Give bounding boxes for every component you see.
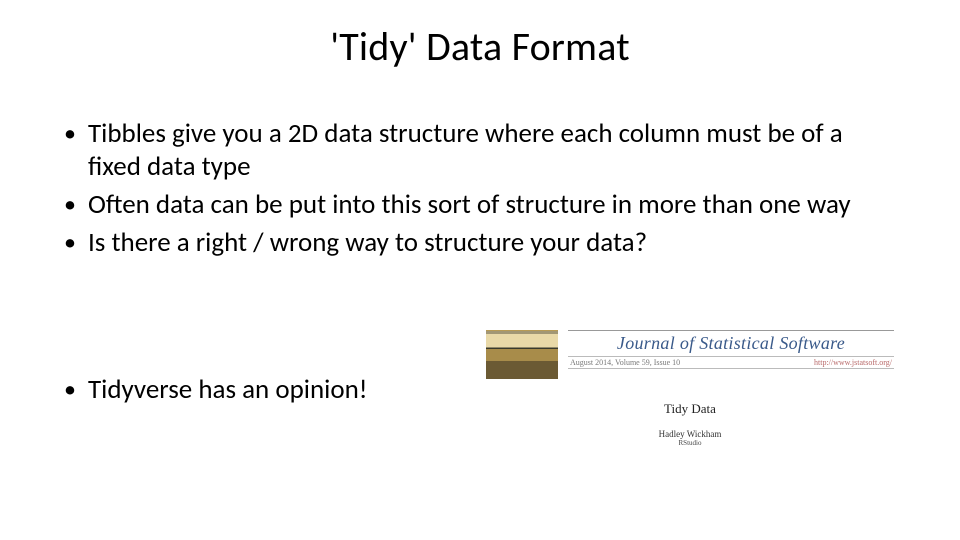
bullet-list: Tibbles give you a 2D data structure whe… — [60, 118, 900, 265]
paper-logo-image — [486, 330, 558, 379]
paper-masthead: Journal of Statistical Software August 2… — [568, 330, 894, 369]
paper-org: RStudio — [486, 439, 894, 447]
bullet-item: Tibbles give you a 2D data structure whe… — [60, 118, 900, 184]
paper-thumbnail: Journal of Statistical Software August 2… — [486, 330, 894, 490]
paper-issue-line: August 2014, Volume 59, Issue 10 — [570, 358, 680, 367]
paper-author: Hadley Wickham — [486, 429, 894, 439]
bullet-list-final: Tidyverse has an opinion! — [60, 374, 460, 407]
bullet-item: Tidyverse has an opinion! — [60, 374, 460, 407]
paper-journal-title: Journal of Statistical Software — [568, 331, 894, 356]
bullet-item: Often data can be put into this sort of … — [60, 189, 900, 222]
paper-url: http://www.jstatsoft.org/ — [814, 358, 892, 367]
bullet-item: Is there a right / wrong way to structur… — [60, 227, 900, 260]
slide-title: 'Tidy' Data Format — [0, 22, 960, 71]
slide: 'Tidy' Data Format Tibbles give you a 2D… — [0, 0, 960, 540]
paper-title: Tidy Data — [486, 401, 894, 417]
